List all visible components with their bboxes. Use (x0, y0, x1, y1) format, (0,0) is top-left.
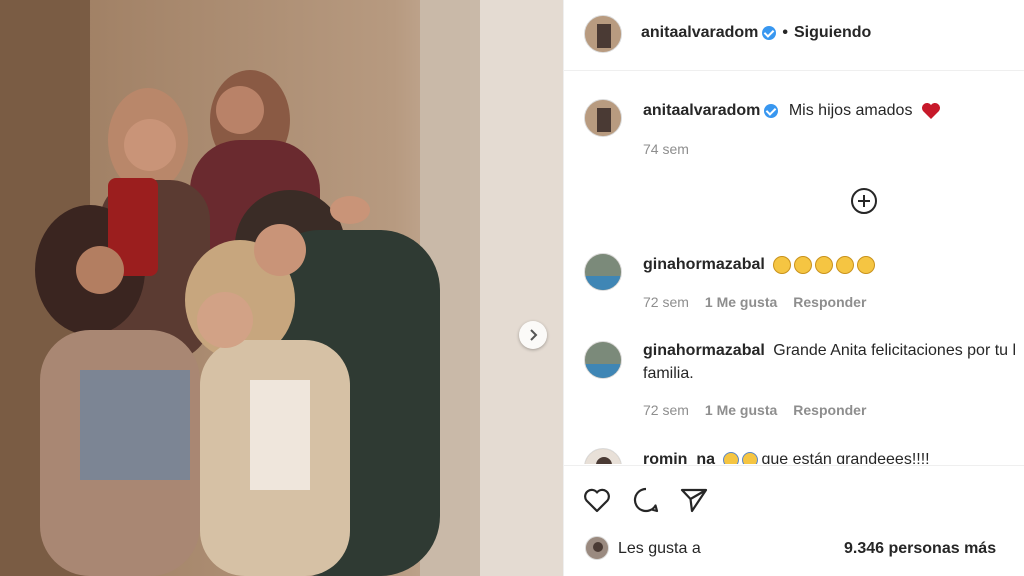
comment-likes[interactable]: 1 Me gusta (705, 402, 777, 418)
separator-dot: • (782, 24, 788, 41)
avatar-image (585, 16, 621, 52)
post-photo (0, 0, 563, 576)
comment-text: Grande Anita felicitaciones por tu l (773, 342, 1017, 359)
caption-text: Mis hijos amados (788, 102, 913, 119)
avatar-image (585, 449, 621, 464)
avatar-image (585, 254, 621, 290)
clap-icon (773, 255, 792, 274)
comment-username[interactable]: romin_na (643, 451, 715, 464)
clap-icon (794, 255, 813, 274)
comment-text: que están grandeees!!!! (761, 451, 930, 464)
avatar-image (585, 100, 621, 136)
comment-time: 72 sem (643, 294, 689, 310)
load-more-comments-icon[interactable] (849, 186, 879, 216)
reply-button[interactable]: Responder (793, 402, 866, 418)
comment-username[interactable]: ginahormazabal (643, 342, 765, 359)
liker-avatar[interactable] (585, 536, 609, 560)
comment-meta: 72 sem 1 Me gusta Responder (643, 294, 866, 310)
caption-text-line: anitaalvaradom Mis hijos amados (643, 100, 941, 122)
comment-text-line: ginahormazabal (643, 254, 878, 276)
following-button[interactable]: Siguiendo (794, 24, 871, 41)
comment-time: 72 sem (643, 402, 689, 418)
clap-icon (857, 255, 876, 274)
clap-icon (815, 255, 834, 274)
chevron-right-icon (530, 329, 538, 341)
screaming-face-emojis (723, 451, 761, 464)
comment-meta: 72 sem 1 Me gusta Responder (643, 402, 866, 418)
caption-username[interactable]: anitaalvaradom (643, 102, 760, 119)
reply-button[interactable]: Responder (793, 294, 866, 310)
commenter-avatar[interactable] (584, 448, 622, 464)
verified-badge-icon (764, 103, 779, 118)
likes-prefix: Les gusta a (618, 540, 701, 557)
comment-text-line: romin_na que están grandeees!!!! (643, 449, 930, 464)
red-heart-icon (921, 102, 940, 119)
caption-avatar[interactable] (584, 99, 622, 137)
heart-icon[interactable] (582, 485, 612, 515)
post-header: anitaalvaradom • Siguiendo (564, 0, 1024, 71)
action-bar (564, 465, 1024, 576)
scream-icon (742, 451, 759, 464)
likes-summary: Les gusta a (618, 540, 701, 558)
commenter-avatar[interactable] (584, 341, 622, 379)
comments-list: anitaalvaradom Mis hijos amados 74 sem g… (564, 72, 1024, 464)
author-avatar[interactable] (584, 15, 622, 53)
comment-likes[interactable]: 1 Me gusta (705, 294, 777, 310)
caption-time: 74 sem (643, 141, 689, 157)
share-icon[interactable] (679, 485, 709, 515)
comment-text-continuation: familia. (643, 365, 694, 382)
comment-icon[interactable] (631, 485, 661, 515)
photo-image (0, 0, 563, 576)
author-username[interactable]: anitaalvaradom (641, 24, 758, 41)
comment-text-line: ginahormazabal Grande Anita felicitacion… (643, 340, 1016, 362)
clapping-hands-emojis (773, 255, 878, 274)
commenter-avatar[interactable] (584, 253, 622, 291)
next-photo-button[interactable] (519, 321, 547, 349)
comment-username[interactable]: ginahormazabal (643, 256, 765, 273)
verified-badge-icon (762, 25, 777, 40)
avatar-image (585, 342, 621, 378)
scream-icon (723, 451, 740, 464)
header-line: anitaalvaradom • Siguiendo (641, 24, 871, 42)
likes-count[interactable]: 9.346 personas más (844, 540, 996, 558)
post-panel: anitaalvaradom • Siguiendo anitaalvaradom … (563, 0, 1024, 576)
clap-icon (836, 255, 855, 274)
